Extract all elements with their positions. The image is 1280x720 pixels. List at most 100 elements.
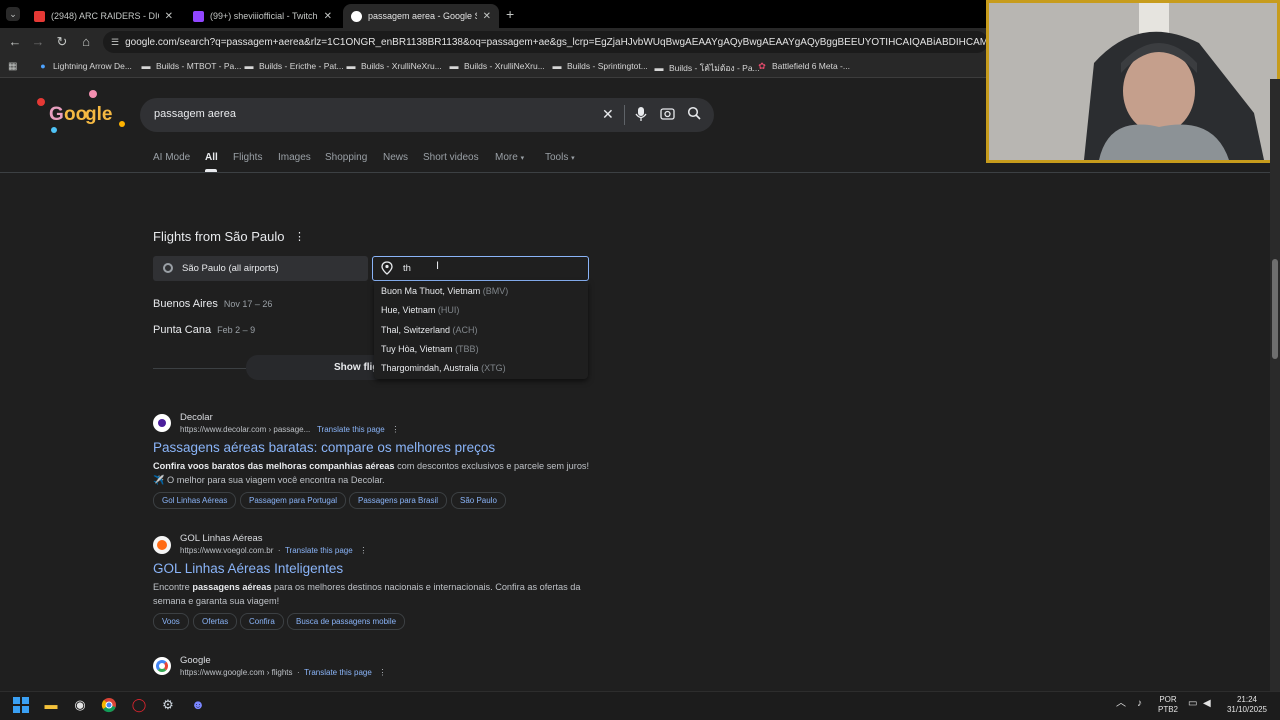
suggestion-place: Thargomindah, Australia — [381, 363, 479, 373]
snippet-bold: Confira voos baratos das melhoras compan… — [153, 461, 395, 471]
flights-title: Flights from São Paulo — [153, 229, 285, 244]
result-title[interactable]: Passagens aéreas baratas: compare os mel… — [153, 440, 495, 455]
scrollbar-thumb[interactable] — [1272, 259, 1278, 359]
chrome-icon[interactable] — [101, 697, 117, 713]
tools-button[interactable]: Tools ▾ — [545, 152, 575, 163]
google-doodle-icon: G oo gle — [37, 90, 125, 133]
scrollbar[interactable] — [1270, 79, 1280, 691]
tab-short-videos[interactable]: Short videos — [423, 152, 479, 163]
home-icon[interactable]: ⌂ — [78, 34, 94, 50]
result-site-name[interactable]: GOL Linhas Aéreas — [180, 533, 263, 544]
tab-more-label: More — [495, 152, 518, 163]
windows-start-icon[interactable] — [13, 697, 29, 713]
tab-search-icon[interactable]: ⌄ — [6, 7, 20, 21]
clock-date: 31/10/2025 — [1226, 705, 1268, 714]
translate-link[interactable]: Translate this page — [285, 546, 353, 555]
result-site-name[interactable]: Decolar — [180, 412, 213, 423]
suggestion-item[interactable]: Tuy Hòa, Vietnam (TBB) — [381, 344, 479, 354]
google-logo[interactable]: G oo gle — [36, 90, 132, 134]
tab-more[interactable]: More ▾ — [495, 152, 524, 163]
tab-flights[interactable]: Flights — [233, 152, 262, 163]
sitelink-chip[interactable]: Passagens para Brasil — [349, 492, 448, 509]
language-indicator[interactable]: POR PTB2 — [1156, 695, 1180, 715]
flight-deal[interactable]: Punta Cana Feb 2 – 9 — [153, 324, 255, 336]
new-tab-icon[interactable]: + — [506, 6, 514, 22]
tabs-divider — [0, 172, 1280, 173]
suggestion-item[interactable]: Buon Ma Thuot, Vietnam (BMV) — [381, 286, 508, 296]
bookmark-item[interactable]: ● Lightning Arrow De... — [38, 61, 132, 71]
suggestion-item[interactable]: Hue, Vietnam (HUI) — [381, 305, 459, 315]
result-url[interactable]: https://www.voegol.com.br · Translate th… — [180, 546, 367, 555]
back-icon[interactable]: ← — [7, 34, 23, 50]
tab-ai-mode[interactable]: AI Mode — [153, 152, 190, 163]
opera-icon[interactable]: ◯ — [131, 697, 147, 713]
microphone-tray-icon[interactable]: ♪ — [1137, 699, 1142, 709]
apps-icon[interactable]: ▦ — [8, 61, 17, 72]
suggestion-place: Buon Ma Thuot, Vietnam — [381, 286, 481, 296]
suggestion-code: (ACH) — [452, 325, 478, 335]
decolar-favicon — [153, 414, 171, 432]
suggestion-code: (HUI) — [437, 305, 460, 315]
language-code: POR — [1159, 695, 1177, 704]
address-bar[interactable]: ☰ google.com/search?q=passagem+aerea&rlz… — [103, 31, 988, 53]
sitelink-chip[interactable]: Ofertas — [193, 613, 238, 630]
translate-link[interactable]: Translate this page — [317, 425, 385, 434]
more-options-icon[interactable]: ⋮ — [391, 425, 399, 434]
bookmark-item[interactable]: ▬ Builds - Sprintingtot... — [552, 61, 648, 71]
sitelink-chip[interactable]: Gol Linhas Aéreas — [153, 492, 237, 509]
suggestion-item[interactable]: Thargomindah, Australia (XTG) — [381, 363, 506, 373]
result-title[interactable]: GOL Linhas Aéreas Inteligentes — [153, 561, 343, 576]
tab-google-search[interactable]: passagem aerea - Google Sear ✕ — [343, 4, 499, 28]
result-site-name[interactable]: Google — [180, 655, 211, 666]
origin-value: São Paulo (all airports) — [182, 263, 279, 274]
lens-icon[interactable] — [660, 106, 675, 124]
result-url[interactable]: https://www.decolar.com › passage... Tra… — [180, 425, 399, 434]
result-url[interactable]: https://www.google.com › flights · Trans… — [180, 668, 386, 677]
bookmark-item[interactable]: ▬ Builds - XrulliNeXru... — [346, 61, 442, 71]
clock[interactable]: 21:24 31/10/2025 — [1222, 695, 1272, 715]
suggestion-item[interactable]: Thal, Switzerland (ACH) — [381, 325, 478, 335]
close-icon[interactable]: ✕ — [165, 11, 173, 22]
tab-all[interactable]: All — [205, 152, 218, 163]
destination-input[interactable]: th — [403, 263, 411, 274]
sitelink-chip[interactable]: Confira — [240, 613, 284, 630]
obs-icon[interactable]: ◉ — [72, 697, 88, 713]
sitelink-chip[interactable]: Voos — [153, 613, 189, 630]
network-icon[interactable]: ▭ — [1188, 699, 1197, 709]
more-options-icon[interactable]: ⋮ — [294, 230, 305, 243]
site-info-icon[interactable]: ☰ — [111, 37, 119, 48]
discord-icon[interactable]: ☻ — [190, 697, 206, 713]
tab-news[interactable]: News — [383, 152, 408, 163]
bookmark-item[interactable]: ▬ Builds - Ericthe - Pat... — [244, 61, 344, 71]
bookmark-item[interactable]: ▬ Builds - โค้ไม่ต้อง - Pa... — [654, 61, 760, 75]
tab-arc-raiders[interactable]: (2948) ARC RAIDERS - DICAS E ✕ — [26, 4, 181, 28]
tab-twitch[interactable]: (99+) sheviiiofficial - Twitch ✕ — [185, 4, 340, 28]
search-query[interactable]: passagem aerea — [154, 108, 236, 120]
sitelink-chip[interactable]: Busca de passagens mobile — [287, 613, 406, 630]
forward-icon[interactable]: → — [30, 34, 46, 50]
tab-images[interactable]: Images — [278, 152, 311, 163]
suggestion-place: Hue, Vietnam — [381, 305, 436, 315]
tab-shopping[interactable]: Shopping — [325, 152, 367, 163]
youtube-icon — [34, 10, 45, 22]
sitelink-chip[interactable]: Passagem para Portugal — [240, 492, 347, 509]
show-hidden-icons[interactable]: ︿ — [1116, 699, 1126, 709]
search-icon[interactable] — [687, 106, 701, 123]
suggestion-code: (XTG) — [481, 363, 506, 373]
volume-icon[interactable]: ◀ — [1203, 699, 1211, 709]
bookmark-item[interactable]: ▬ Builds - MTBOT - Pa... — [141, 61, 242, 71]
close-icon[interactable]: ✕ — [324, 11, 332, 22]
bookmark-item[interactable]: ▬ Builds - XrulliNeXru... — [449, 61, 545, 71]
sitelink-chip[interactable]: São Paulo — [451, 492, 506, 509]
steam-icon[interactable]: ⚙ — [160, 697, 176, 713]
close-icon[interactable]: ✕ — [483, 11, 491, 22]
flight-deal[interactable]: Buenos Aires Nov 17 – 26 — [153, 298, 272, 310]
more-options-icon[interactable]: ⋮ — [359, 546, 367, 555]
bookmark-item[interactable]: ✿ Battlefield 6 Meta -... — [757, 61, 850, 71]
microphone-icon[interactable] — [634, 106, 648, 125]
translate-link[interactable]: Translate this page — [304, 668, 372, 677]
more-options-icon[interactable]: ⋮ — [378, 668, 386, 677]
clear-icon[interactable]: ✕ — [602, 106, 614, 123]
file-explorer-icon[interactable]: ▬ — [43, 697, 59, 713]
reload-icon[interactable]: ↻ — [54, 34, 70, 50]
